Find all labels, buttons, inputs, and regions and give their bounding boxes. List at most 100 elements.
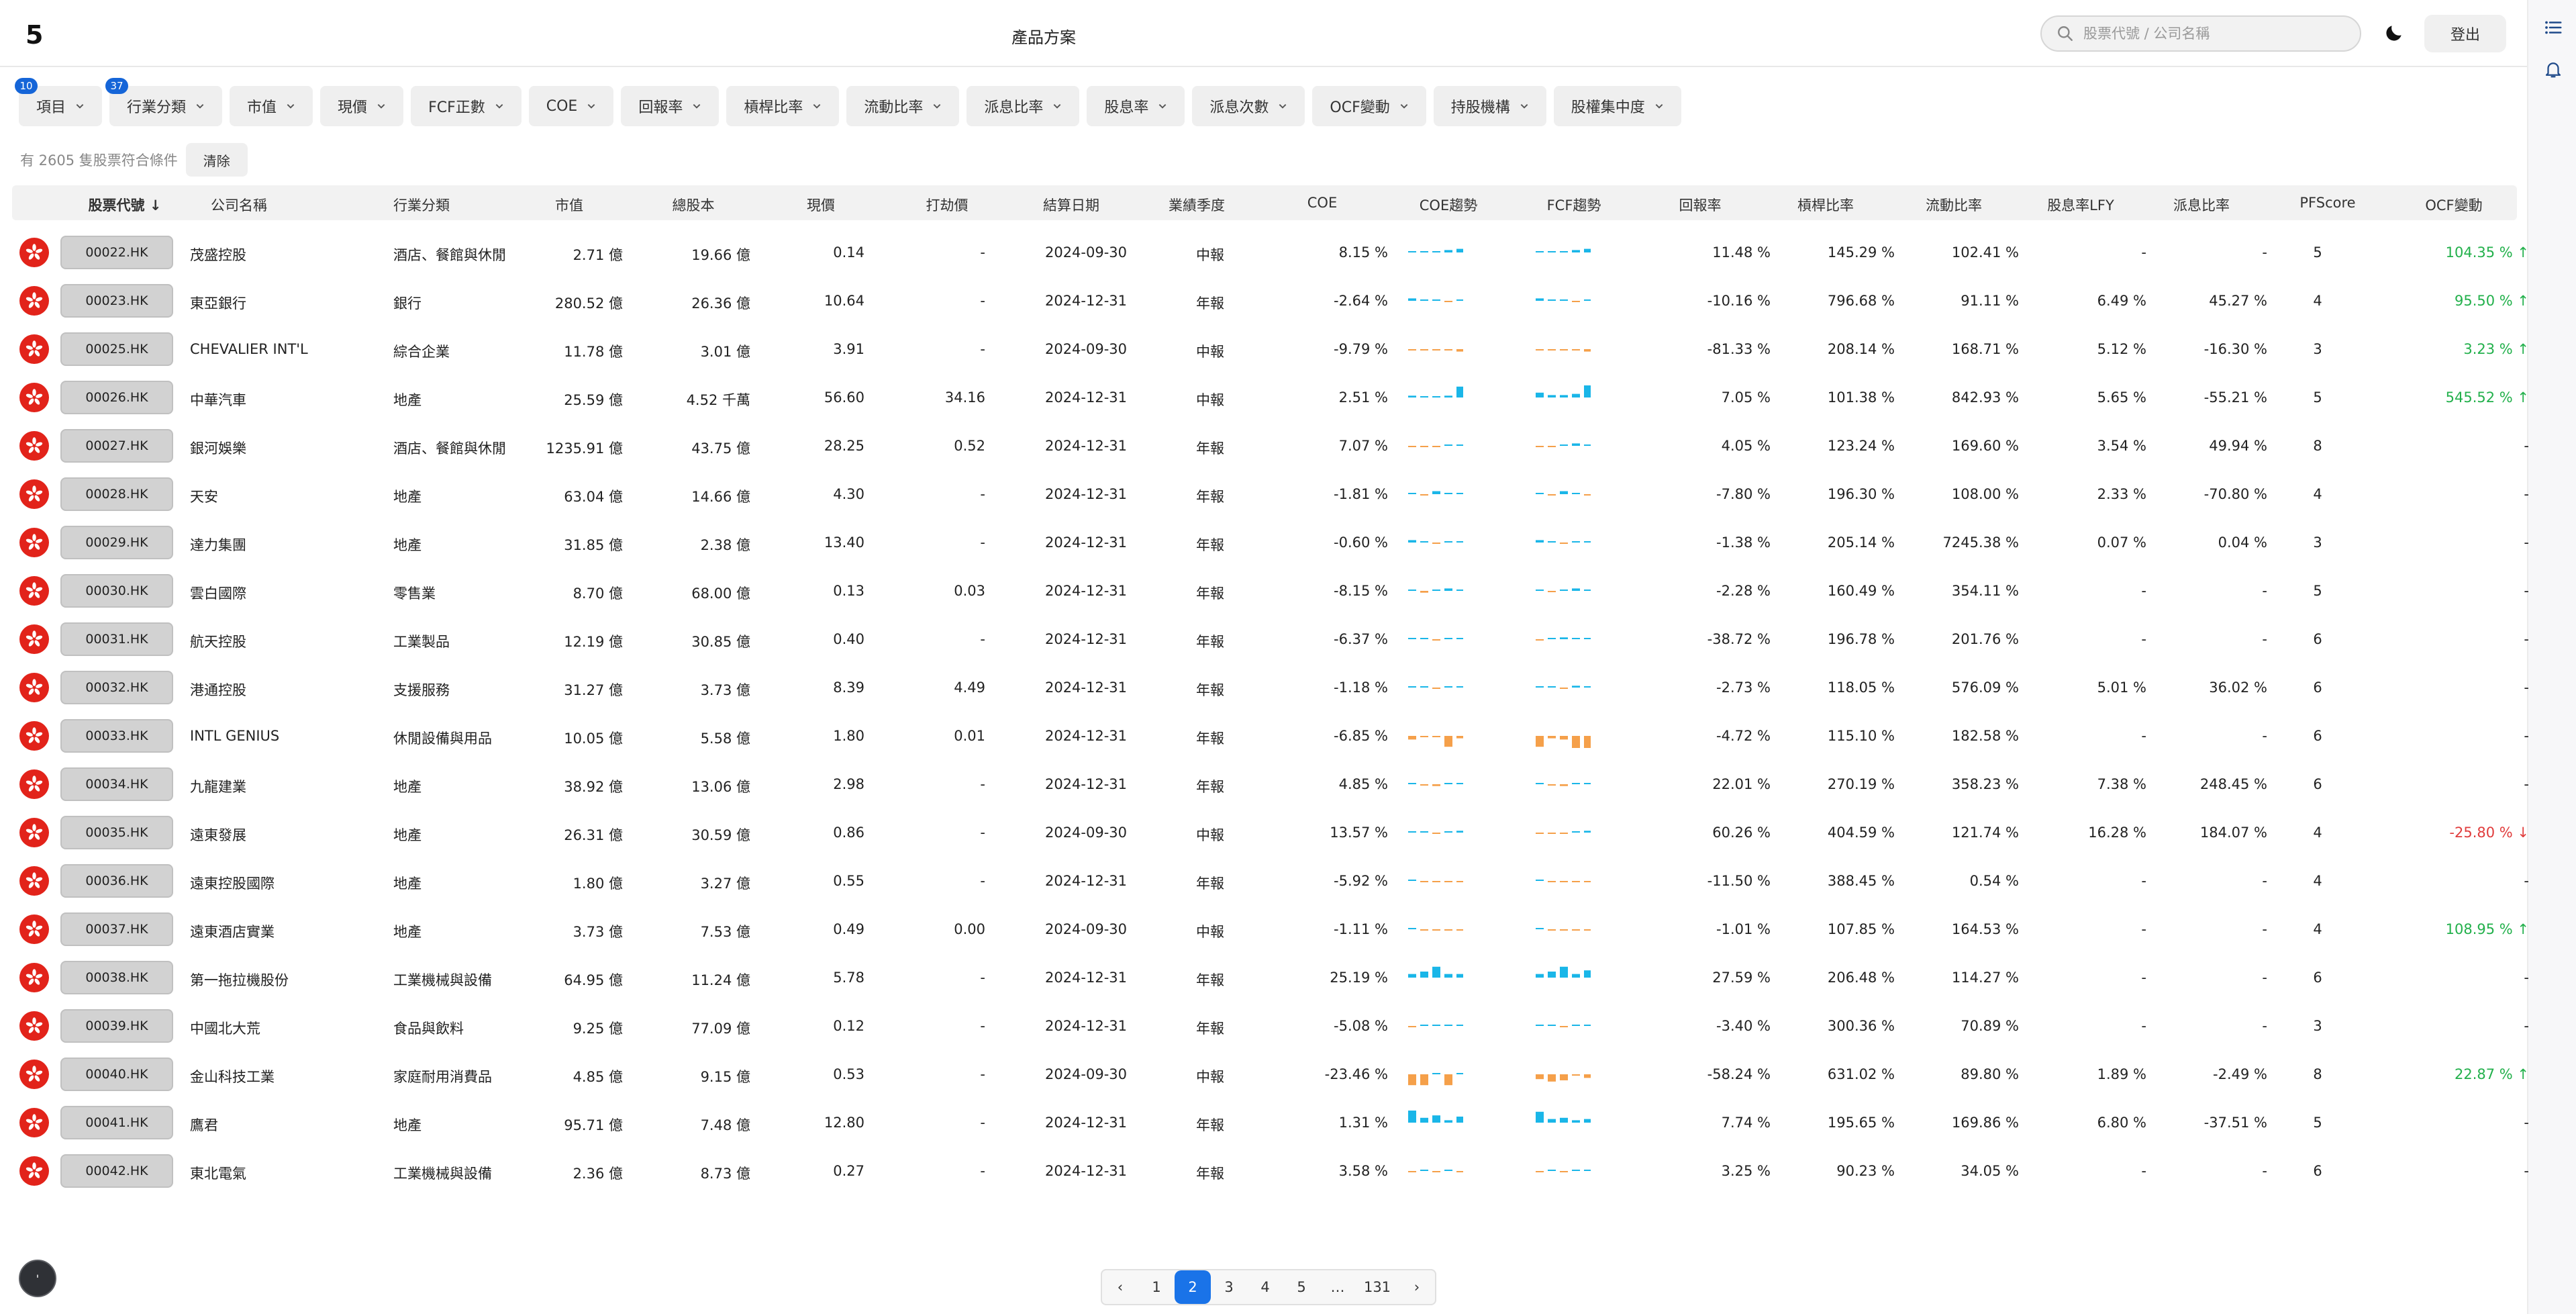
sparkline-bar [1420, 1170, 1428, 1171]
cell-coe: 4.85 % [1338, 776, 1388, 792]
page-button[interactable]: 5 [1283, 1270, 1320, 1304]
cell-ret: 4.05 % [1721, 438, 1771, 454]
page-button[interactable]: 131 [1356, 1270, 1399, 1304]
stock-code-button[interactable]: 00030.HK [60, 574, 173, 608]
trend-sparkline [1408, 588, 1465, 593]
filter-chip[interactable]: 持股機構 [1433, 86, 1546, 126]
sparkline-bar [1548, 349, 1556, 350]
cell-shares: 9.15 億 [700, 1069, 750, 1085]
cell-ocf: - [2524, 486, 2529, 502]
filter-chip[interactable]: 現價 [320, 86, 404, 126]
table-row[interactable]: 00042.HK 東北電氣 工業機械與設備 2.36 億 8.73 億 0.27-2024… [12, 1147, 2529, 1195]
table-row[interactable]: 00040.HK 金山科技工業 家庭耐用消費品 4.85 億 9.15 億 0.53-20… [12, 1050, 2529, 1098]
next-page-button[interactable]: › [1399, 1270, 1435, 1304]
stock-code-button[interactable]: 00036.HK [60, 864, 173, 898]
stock-code-button[interactable]: 00034.HK [60, 767, 173, 801]
stock-code-button[interactable]: 00042.HK [60, 1154, 173, 1188]
stock-code-button[interactable]: 00029.HK [60, 526, 173, 559]
filter-chip[interactable]: FCF正數 [411, 86, 522, 126]
stock-code-button[interactable]: 00027.HK [60, 429, 173, 463]
prev-page-button[interactable]: ‹ [1102, 1270, 1138, 1304]
filter-chip[interactable]: OCF變動 [1312, 86, 1426, 126]
table-row[interactable]: 00036.HK 遠東控股國際 地產 1.80 億 3.27 億 0.55-2024-12… [12, 857, 2529, 905]
stock-code-button[interactable]: 00026.HK [60, 381, 173, 414]
filter-chip[interactable]: 回報率 [621, 86, 720, 126]
filter-chip[interactable]: 派息次數 [1192, 86, 1305, 126]
cell-date: 2024-09-30 [1044, 1066, 1128, 1082]
cell-price: 10.64 [824, 293, 864, 309]
sparkline-bar [1536, 974, 1544, 978]
cell-lev: 195.65 % [1827, 1115, 1895, 1131]
sparkline-bar [1420, 686, 1428, 688]
stock-code-button[interactable]: 00031.HK [60, 622, 173, 656]
page-button[interactable]: 1 [1138, 1270, 1175, 1304]
table-row[interactable]: 00034.HK 九龍建業 地產 38.92 億 13.06 億 2.98-2024-12… [12, 760, 2529, 808]
filter-chip[interactable]: 流動比率 [846, 86, 960, 126]
column-header[interactable]: OCF變動 [2320, 195, 2576, 215]
table-row[interactable]: 00026.HK 中華汽車 地產 25.59 億 4.52 千萬 56.60 34.16 20… [12, 373, 2529, 422]
table-row[interactable]: 00032.HK 港通控股 支援服務 31.27 億 3.73 億 8.39 4.49 202… [12, 663, 2529, 712]
sparkline-bar [1584, 1074, 1592, 1078]
table-row[interactable]: 00023.HK 東亞銀行 銀行 280.52 億 26.36 億 10.64-2024-… [12, 277, 2529, 325]
sparkline-bar [1432, 251, 1440, 252]
stock-code-button[interactable]: 00033.HK [60, 719, 173, 753]
page-button[interactable]: 2 [1175, 1270, 1211, 1304]
filter-chip[interactable]: COE [528, 86, 614, 126]
cell-mcap: 1235.91 億 [546, 440, 623, 457]
filter-label: 股息率 [1104, 99, 1149, 116]
stock-code-button[interactable]: 00028.HK [60, 477, 173, 511]
dark-mode-toggle[interactable] [2381, 20, 2407, 46]
cell-ocf: 22.87 % ↑ [2454, 1066, 2529, 1082]
sparkline-bar [1560, 349, 1568, 350]
page-button[interactable]: 3 [1211, 1270, 1247, 1304]
table-row[interactable]: 00030.HK 雲白國際 零售業 8.70 億 68.00 億 0.13 0.03 2024… [12, 567, 2529, 615]
stock-code-button[interactable]: 00041.HK [60, 1106, 173, 1139]
table-row[interactable]: 00022.HK 茂盛控股 酒店、餐館與休閒 2.71 億 19.66 億 0.14-20… [12, 228, 2529, 277]
table-row[interactable]: 00029.HK 達力集團 地產 31.85 億 2.38 億 13.40-2024-12… [12, 518, 2529, 567]
floating-action-button[interactable]: ' [19, 1260, 56, 1297]
bell-icon[interactable] [2543, 59, 2563, 79]
stock-code-button[interactable]: 00037.HK [60, 912, 173, 946]
stock-code-button[interactable]: 00032.HK [60, 671, 173, 704]
filter-chip[interactable]: 行業分類 37 [105, 78, 223, 126]
table-row[interactable]: 00035.HK 遠東發展 地產 26.31 億 30.59 億 0.86-2024-09… [12, 808, 2529, 857]
trend-sparkline [1408, 444, 1465, 447]
sparkline-bar [1444, 638, 1452, 639]
table-row[interactable]: 00025.HK CHEVALIER INT'L 綜合企業 11.78 億 3.01 億… [12, 325, 2529, 373]
stock-code-button[interactable]: 00025.HK [60, 332, 173, 366]
stock-code-button[interactable]: 00040.HK [60, 1058, 173, 1091]
filter-chip[interactable]: 股息率 [1087, 86, 1185, 126]
filter-chip[interactable]: 派息比率 [967, 86, 1080, 126]
sparkline-bar [1444, 250, 1452, 252]
table-row[interactable]: 00028.HK 天安 地產 63.04 億 14.66 億 4.30-2024-12-3… [12, 470, 2529, 518]
clear-filters-button[interactable]: 清除 [185, 143, 248, 177]
filter-chip[interactable]: 槓桿比率 [726, 86, 840, 126]
sparkline-bar [1560, 251, 1568, 252]
search-box[interactable] [2040, 15, 2361, 52]
table-row[interactable]: 00027.HK 銀河娛樂 酒店、餐館與休閒 1235.91 億 43.75 億 28.2… [12, 422, 2529, 470]
stock-code-button[interactable]: 00022.HK [60, 236, 173, 269]
stock-code-button[interactable]: 00039.HK [60, 1009, 173, 1043]
table-row[interactable]: 00031.HK 航天控股 工業製品 12.19 億 30.85 億 0.40-2024-… [12, 615, 2529, 663]
fcf-trend [1534, 820, 1592, 845]
cell-pay: 184.07 % [2199, 825, 2267, 841]
filter-chip[interactable]: 股權集中度 [1553, 86, 1681, 126]
stock-code-button[interactable]: 00023.HK [60, 284, 173, 318]
table-row[interactable]: 00037.HK 遠東酒店實業 地產 3.73 億 7.53 億 0.49 0.00 2024… [12, 905, 2529, 953]
trend-sparkline [1536, 880, 1592, 882]
table-row[interactable]: 00033.HK INTL GENIUS 休閒設備與用品 10.05 億 5.58 億1… [12, 712, 2529, 760]
sparkline-bar [1408, 349, 1416, 350]
cell-rob: - [980, 1115, 985, 1131]
trend-sparkline [1536, 736, 1592, 748]
list-icon[interactable] [2543, 17, 2563, 38]
stock-code-button[interactable]: 00035.HK [60, 816, 173, 849]
search-input[interactable] [2083, 26, 2352, 42]
table-row[interactable]: 00039.HK 中國北大荒 食品與飲料 9.25 億 77.09 億 0.12-2024… [12, 1002, 2529, 1050]
stock-code-button[interactable]: 00038.HK [60, 961, 173, 994]
logout-button[interactable]: 登出 [2424, 15, 2506, 52]
page-button[interactable]: 4 [1247, 1270, 1283, 1304]
table-row[interactable]: 00038.HK 第一拖拉機股份 工業機械與設備 64.95 億 11.24 億 5.78… [12, 953, 2529, 1002]
table-row[interactable]: 00041.HK 鷹君 地產 95.71 億 7.48 億 12.80-2024-12-3… [12, 1098, 2529, 1147]
filter-chip[interactable]: 項目 10 [15, 78, 103, 126]
filter-chip[interactable]: 市值 [230, 86, 313, 126]
